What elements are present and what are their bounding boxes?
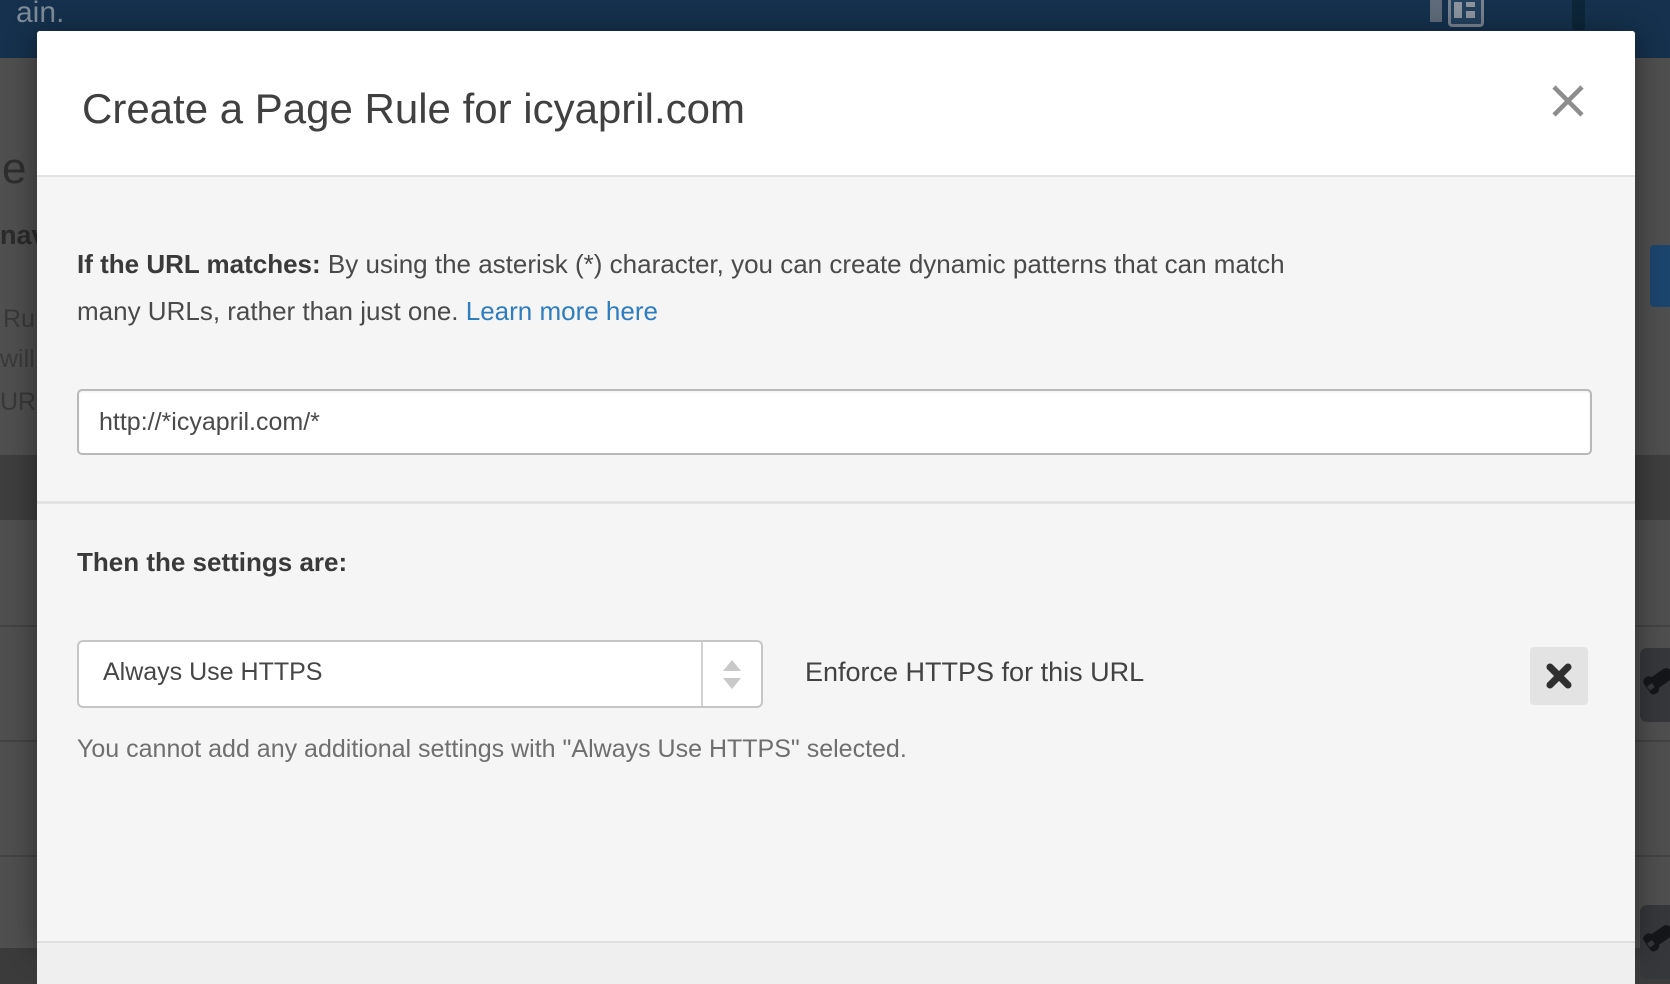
background-text-fragment: e [2,144,26,194]
background-right-edge [1635,0,1670,984]
background-text-fragment: UR [0,388,36,417]
settings-note: You cannot add any additional settings w… [77,735,907,764]
modal-header: Create a Page Rule for icyapril.com [37,31,1635,177]
remove-icon [1546,663,1572,689]
url-match-label: If the URL matches: [77,249,321,279]
nav-bell-icon [1572,0,1585,30]
screen: ain. e nav Ru will UR Create a [0,0,1670,984]
url-match-instructions: If the URL matches: By using the asteris… [77,241,1467,335]
learn-more-link[interactable]: Learn more here [466,296,658,326]
background-wrench-button [1640,905,1670,979]
create-page-rule-modal: Create a Page Rule for icyapril.com If t… [37,31,1635,948]
url-match-description-line1: By using the asterisk (*) character, you… [321,249,1285,279]
settings-heading: Then the settings are: [77,547,347,578]
app-grid-icon [1448,0,1484,27]
background-wrench-button [1640,648,1670,722]
url-pattern-input[interactable] [77,389,1592,455]
wrench-icon [1647,666,1670,692]
settings-select[interactable]: Always Use HTTPS [77,640,763,708]
background-left-text-fragments: e nav Ru will UR [0,0,37,984]
modal-footer: Cancel Save as Draft Save and Deploy [37,941,1635,984]
close-icon [1549,82,1587,120]
close-button[interactable] [1546,79,1590,123]
background-text-fragment: will [0,345,35,374]
chevron-up-icon [723,660,741,671]
settings-select-value: Always Use HTTPS [103,658,322,687]
background-text-fragment: nav [0,220,37,251]
setting-description: Enforce HTTPS for this URL [805,657,1144,688]
url-match-description-line2: many URLs, rather than just one. [77,296,466,326]
background-blue-button-fragment [1650,245,1670,307]
wrench-icon [1647,923,1670,949]
section-divider [37,501,1635,504]
modal-title: Create a Page Rule for icyapril.com [82,85,745,133]
select-spinner-icon [701,642,761,706]
chevron-down-icon [723,678,741,689]
remove-setting-button[interactable] [1530,647,1588,705]
nav-icon [1430,0,1442,22]
background-text-fragment: Ru [3,305,35,334]
